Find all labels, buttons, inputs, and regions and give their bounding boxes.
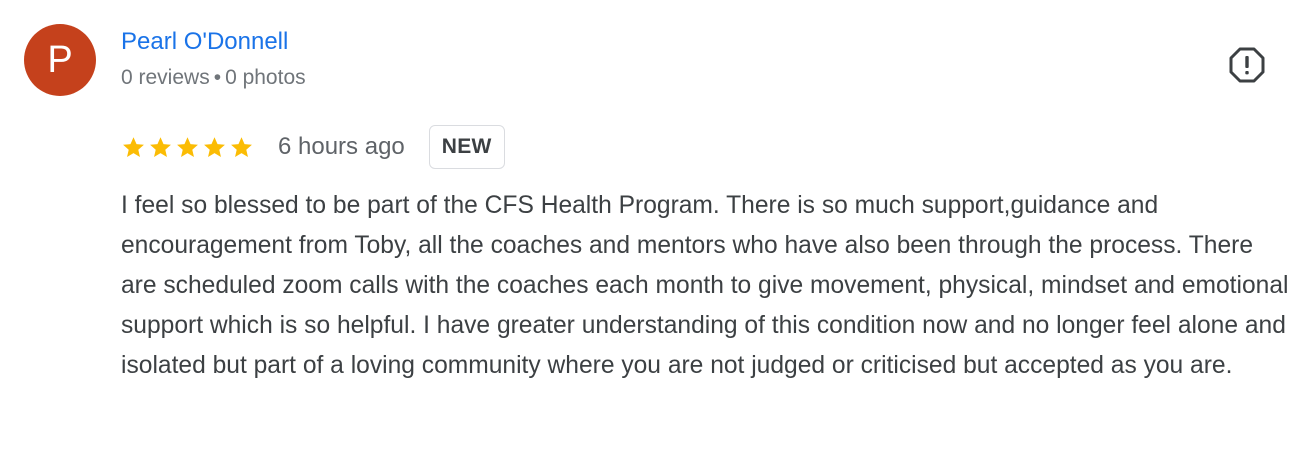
rating-row: 6 hours ago NEW xyxy=(121,123,505,171)
meta-separator: • xyxy=(213,66,222,89)
star-rating xyxy=(121,135,254,160)
reviews-count: 0 reviews xyxy=(121,66,210,89)
report-button[interactable] xyxy=(1226,44,1268,86)
star-icon xyxy=(231,136,252,157)
report-icon xyxy=(1229,47,1265,83)
reviewer-meta: 0 reviews • 0 photos xyxy=(121,66,306,90)
avatar[interactable]: P xyxy=(24,24,96,96)
photos-count: 0 photos xyxy=(225,66,306,89)
reviewer-name-link[interactable]: Pearl O'Donnell xyxy=(121,28,288,56)
star-icon xyxy=(150,136,171,157)
new-badge: NEW xyxy=(428,125,505,169)
review-text: I feel so blessed to be part of the CFS … xyxy=(121,192,1289,379)
star-icon xyxy=(204,136,225,157)
review-card: P Pearl O'Donnell 0 reviews • 0 photos 6 h… xyxy=(0,0,1315,454)
avatar-letter: P xyxy=(47,38,73,81)
star-icon xyxy=(123,136,144,157)
review-time: 6 hours ago xyxy=(278,133,405,160)
star-icon xyxy=(177,136,198,157)
